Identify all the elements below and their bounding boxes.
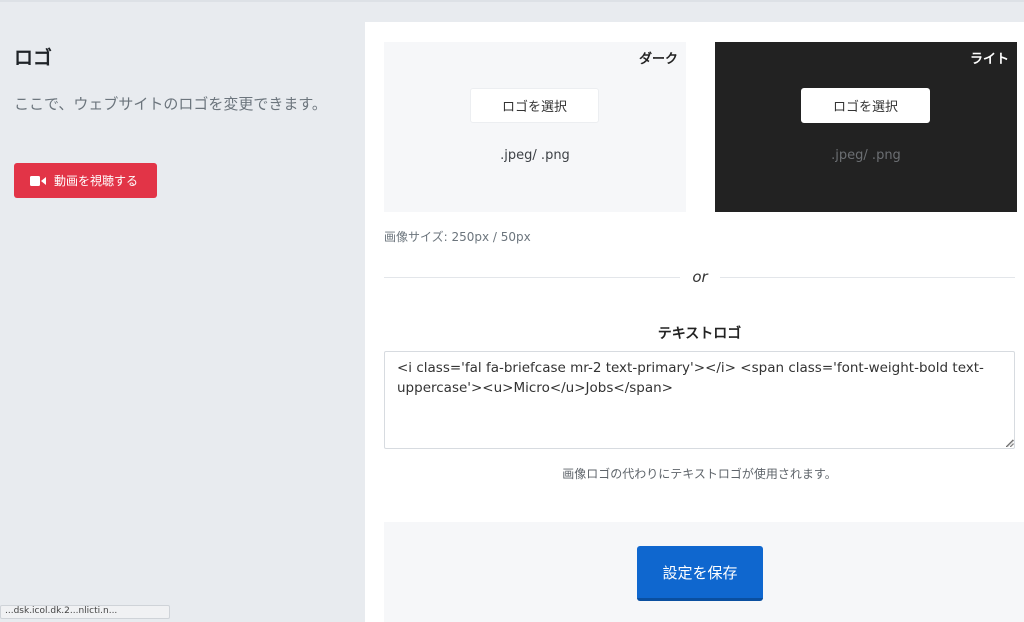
text-logo-help: 画像ロゴの代わりにテキストロゴが使用されます。: [562, 467, 837, 481]
video-camera-icon: [30, 175, 46, 186]
light-file-types: .jpeg/ .png: [831, 148, 901, 163]
logo-settings-card: ダーク ロゴを選択 .jpeg/ .png ライト ロゴを選択 .jpeg/ .…: [365, 22, 1024, 622]
divider-line-left: [384, 277, 680, 278]
info-column: ロゴ ここで、ウェブサイトのロゴを変更できます。 動画を視聴する: [14, 44, 344, 198]
dark-logo-label: ダーク: [638, 52, 678, 67]
section-description: ここで、ウェブサイトのロゴを変更できます。: [14, 95, 327, 113]
divider-text: or: [692, 268, 708, 286]
save-settings-button[interactable]: 設定を保存: [637, 546, 763, 601]
resize-grip-icon[interactable]: [1006, 439, 1014, 447]
text-logo-textarea[interactable]: <i class='fal fa-briefcase mr-2 text-pri…: [384, 351, 1015, 449]
form-footer: 設定を保存: [384, 522, 1024, 622]
light-logo-panel: ライト ロゴを選択 .jpeg/ .png: [715, 42, 1017, 212]
text-logo-title: テキストロゴ: [657, 326, 742, 342]
section-title: ロゴ: [14, 47, 53, 69]
dark-logo-panel: ダーク ロゴを選択 .jpeg/ .png: [384, 42, 686, 212]
dark-file-types: .jpeg/ .png: [500, 148, 570, 163]
or-divider: or: [384, 266, 1015, 288]
dark-select-logo-button[interactable]: ロゴを選択: [470, 88, 599, 123]
top-border: [0, 0, 1024, 2]
status-tooltip: ...dsk.icol.dk.2...nlicti.n...: [0, 605, 170, 619]
divider-line-right: [720, 277, 1015, 278]
light-select-logo-button[interactable]: ロゴを選択: [801, 88, 930, 123]
light-logo-label: ライト: [969, 52, 1009, 67]
image-size-note: 画像サイズ: 250px / 50px: [384, 230, 531, 244]
watch-video-label: 動画を視聴する: [54, 174, 139, 188]
watch-video-button[interactable]: 動画を視聴する: [14, 163, 157, 198]
